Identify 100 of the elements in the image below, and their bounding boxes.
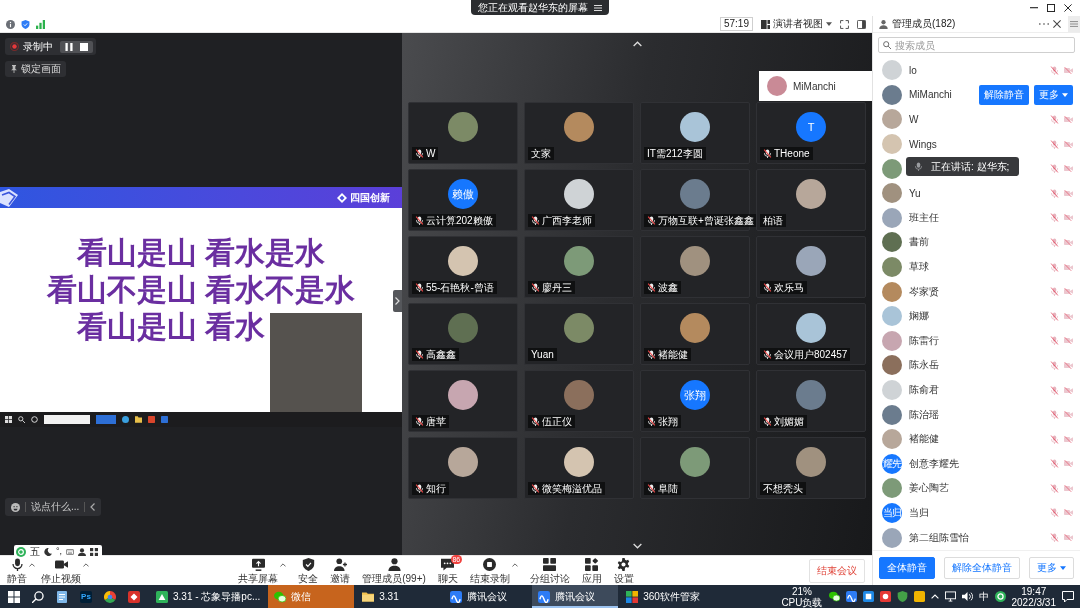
expand-handle[interactable] xyxy=(393,290,402,312)
video-tile[interactable]: 伍正仪 xyxy=(524,370,634,432)
monitor-icon[interactable] xyxy=(944,591,956,602)
shield-icon[interactable] xyxy=(896,591,908,602)
video-off-icon[interactable] xyxy=(1064,188,1073,198)
muted-mic-icon[interactable] xyxy=(1050,213,1059,223)
video-tile[interactable]: 廖丹三 xyxy=(524,236,634,298)
video-tile[interactable]: 唐苹 xyxy=(408,370,518,432)
clock-time[interactable]: 19:47 xyxy=(1021,585,1047,597)
video-off-icon[interactable] xyxy=(1064,262,1073,272)
person-icon[interactable] xyxy=(78,547,87,556)
video-off-icon[interactable] xyxy=(1064,237,1073,247)
muted-mic-icon[interactable] xyxy=(1050,188,1059,198)
muted-mic-icon[interactable] xyxy=(1050,164,1059,174)
video-off-icon[interactable] xyxy=(1064,164,1073,174)
video-tile[interactable]: 波鑫 xyxy=(640,236,750,298)
toolbar-button[interactable]: 应用 xyxy=(581,557,602,584)
toolbar-button[interactable]: 设置 xyxy=(613,557,634,584)
video-off-icon[interactable] xyxy=(1064,483,1073,493)
toolbar-button[interactable]: 安全 xyxy=(298,557,319,584)
chevron-down-icon[interactable] xyxy=(632,543,642,549)
minimize-icon[interactable] xyxy=(1030,7,1038,9)
video-tile[interactable]: T THeone xyxy=(756,102,866,164)
taskbar-app-button[interactable]: 3.31 xyxy=(356,585,443,608)
app-logo-icon[interactable] xyxy=(994,591,1006,602)
video-tile[interactable]: 知行 xyxy=(408,437,518,499)
taskbar-app-button[interactable]: 微信 xyxy=(268,585,355,608)
search-icon[interactable] xyxy=(32,590,44,603)
info-icon[interactable] xyxy=(6,19,15,29)
muted-mic-icon[interactable] xyxy=(1050,311,1059,321)
video-tile[interactable]: 广西李老师 xyxy=(524,169,634,231)
video-off-icon[interactable] xyxy=(1064,139,1073,149)
muted-mic-icon[interactable] xyxy=(1050,115,1059,124)
video-tile[interactable]: 欢乐马 xyxy=(756,236,866,298)
muted-mic-icon[interactable] xyxy=(1050,360,1059,370)
video-off-icon[interactable] xyxy=(1064,311,1073,321)
app-icon[interactable] xyxy=(128,590,140,603)
color-wheel-icon[interactable] xyxy=(104,590,116,603)
muted-mic-icon[interactable] xyxy=(1050,410,1059,420)
video-off-icon[interactable] xyxy=(1064,434,1073,444)
taskbar-app-button[interactable]: 3.31 - 芯象导播pc... xyxy=(150,585,267,608)
muted-mic-icon[interactable] xyxy=(1050,434,1059,444)
chat-input-bar[interactable]: 说点什么... xyxy=(5,498,102,516)
video-off-icon[interactable] xyxy=(1064,336,1073,346)
app-icon[interactable] xyxy=(913,591,925,602)
caret-up-icon[interactable] xyxy=(930,594,939,599)
panel-action-button[interactable]: 全体静音 xyxy=(879,556,935,579)
video-tile[interactable]: 张翔 张翔 xyxy=(640,370,750,432)
signal-icon[interactable] xyxy=(36,19,45,29)
toolbar-button[interactable]: 管理成员(99+) xyxy=(362,557,426,584)
muted-mic-icon[interactable] xyxy=(1050,385,1059,395)
shield-icon[interactable] xyxy=(21,19,30,29)
chat-bubbles-icon[interactable] xyxy=(828,591,840,602)
muted-mic-icon[interactable] xyxy=(1050,262,1059,272)
video-off-icon[interactable] xyxy=(1064,410,1073,420)
muted-mic-icon[interactable] xyxy=(1050,336,1059,346)
video-tile[interactable]: 微笑梅溢优品 xyxy=(524,437,634,499)
clock-date[interactable]: 2022/3/31 xyxy=(1011,596,1056,608)
wave-app-icon[interactable] xyxy=(845,591,857,602)
toolbar-button[interactable]: 共享屏幕 xyxy=(238,557,287,584)
chevron-up-icon[interactable] xyxy=(632,41,642,47)
video-off-icon[interactable] xyxy=(1064,385,1073,395)
muted-mic-icon[interactable] xyxy=(1050,483,1059,493)
video-tile[interactable]: 55-石艳秋-曾语 xyxy=(408,236,518,298)
video-tile[interactable]: 阜陆 xyxy=(640,437,750,499)
maximize-icon[interactable] xyxy=(1047,4,1055,12)
video-tile[interactable]: 刘媚媚 xyxy=(756,370,866,432)
taskbar-app-button[interactable]: 360软件管家 xyxy=(620,585,707,608)
video-off-icon[interactable] xyxy=(1064,360,1073,370)
keyboard-icon[interactable] xyxy=(66,547,75,556)
app-icon[interactable] xyxy=(862,591,874,602)
input-mode[interactable]: 五 xyxy=(30,546,40,557)
search-field[interactable]: 搜索成员 xyxy=(878,37,1075,53)
member-action-button[interactable]: 更多 xyxy=(1034,84,1073,105)
muted-mic-icon[interactable] xyxy=(1050,237,1059,247)
muted-mic-icon[interactable] xyxy=(1050,287,1059,297)
notepad-icon[interactable] xyxy=(56,590,68,603)
video-tile[interactable]: 会议用户802457 xyxy=(756,303,866,365)
muted-mic-icon[interactable] xyxy=(1050,459,1059,469)
app-shortcut[interactable]: Ps xyxy=(80,590,92,603)
input-language[interactable]: 中 xyxy=(978,589,989,604)
menu-icon[interactable] xyxy=(594,3,602,12)
member-action-button[interactable]: 解除静音 xyxy=(979,84,1029,105)
list-toggle-button[interactable] xyxy=(1068,16,1080,32)
muted-mic-icon[interactable] xyxy=(1050,508,1059,518)
panel-action-button[interactable]: 解除全体静音 xyxy=(944,556,1020,579)
video-off-icon[interactable] xyxy=(1064,459,1073,469)
video-off-icon[interactable] xyxy=(1064,115,1073,124)
toolbar-button[interactable]: 结束录制 xyxy=(469,557,518,584)
punctuation-mode[interactable]: °, xyxy=(56,546,63,557)
video-tile[interactable]: W xyxy=(408,102,518,164)
windows-icon[interactable] xyxy=(8,590,20,603)
app-icon[interactable] xyxy=(879,591,891,602)
toolbar-button[interactable]: 停止视频 xyxy=(41,557,89,584)
toolbar-button[interactable]: 静音 xyxy=(7,557,35,584)
view-switch-button[interactable]: 演讲者视图 xyxy=(761,17,832,31)
grid-icon[interactable] xyxy=(90,547,99,556)
video-tile[interactable]: 柏语 xyxy=(756,169,866,231)
video-off-icon[interactable] xyxy=(1064,508,1073,518)
video-off-icon[interactable] xyxy=(1064,65,1073,75)
